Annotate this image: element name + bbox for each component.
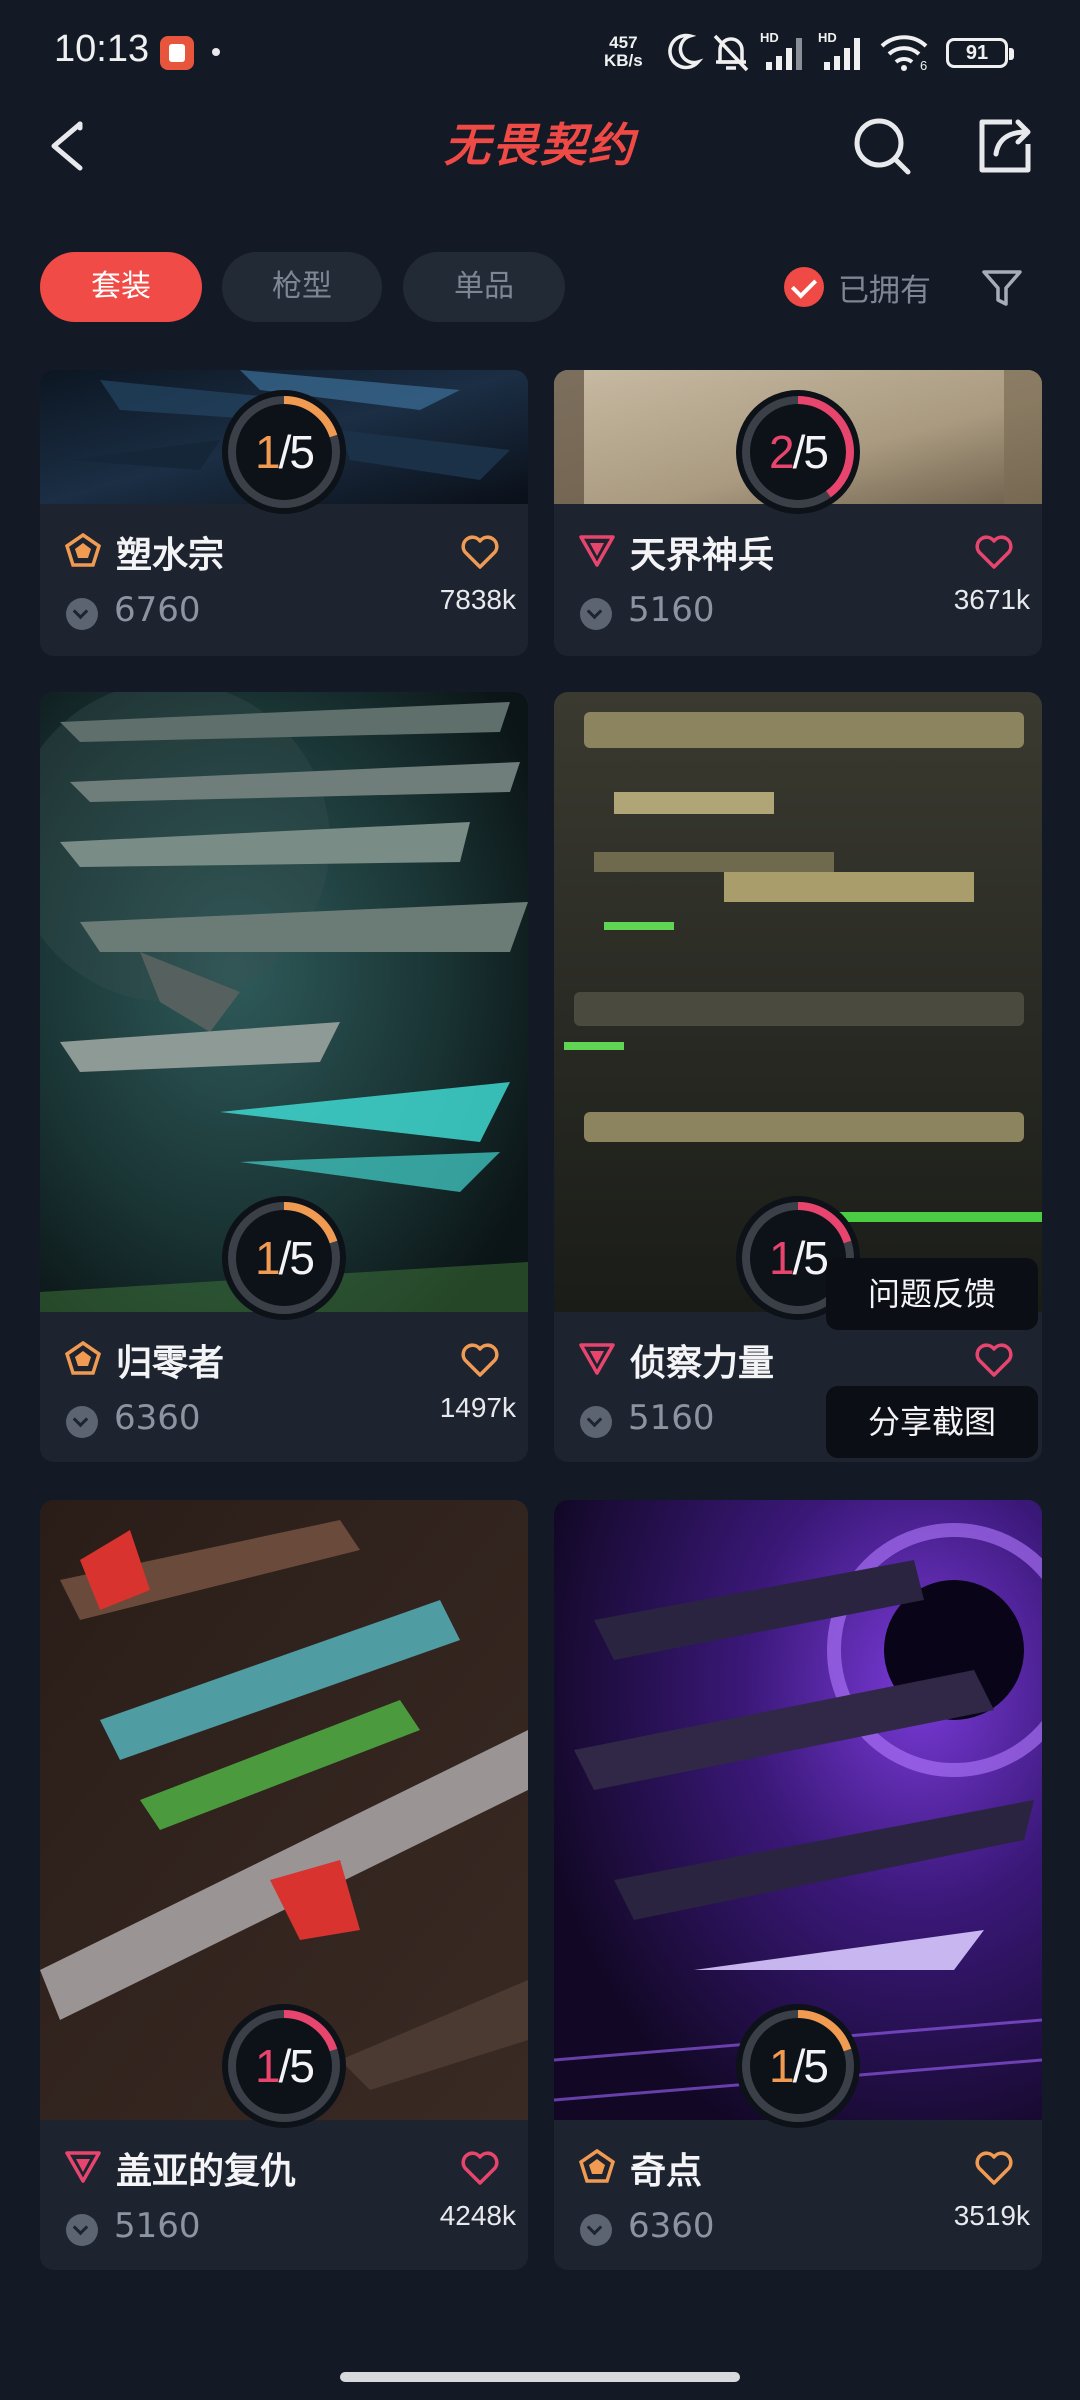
vp-currency-icon <box>580 598 612 630</box>
tier-premium-pentagon-icon <box>64 1340 102 1375</box>
owned-count: 1 <box>769 1232 795 1284</box>
vp-currency-icon <box>580 2214 612 2246</box>
progress-separator: / <box>278 2040 292 2092</box>
progress-label: 1/5 <box>222 1196 346 1320</box>
skin-price: 5160 <box>628 590 715 630</box>
heart-icon[interactable] <box>974 1342 1014 1378</box>
progress-label: 1/5 <box>222 390 346 514</box>
progress-label: 1/5 <box>736 2004 860 2128</box>
skin-card[interactable]: 侦察力量 5160 6k 1/5 <box>554 692 1042 1462</box>
progress-separator: / <box>278 1232 292 1284</box>
total-count: 5 <box>289 1232 315 1284</box>
progress-label: 1/5 <box>222 2004 346 2128</box>
owned-count: 1 <box>255 2040 281 2092</box>
notification-app-icon <box>160 36 194 70</box>
vp-currency-icon <box>580 1406 612 1438</box>
progress-label: 2/5 <box>736 390 860 514</box>
owned-count: 1 <box>255 426 281 478</box>
like-count: 3671k <box>953 584 1030 615</box>
filter-funnel-icon[interactable] <box>980 266 1024 310</box>
tier-exclusive-triangle-icon <box>579 1343 615 1375</box>
tab-gun-type[interactable]: 枪型 <box>222 252 382 322</box>
share-screenshot-button[interactable]: 分享截图 <box>826 1386 1038 1458</box>
collection-progress-ring: 1/5 <box>222 2004 346 2128</box>
vp-currency-icon <box>66 1406 98 1438</box>
progress-separator: / <box>278 426 292 478</box>
tier-premium-pentagon-icon <box>578 2148 616 2183</box>
owned-count: 1 <box>769 2040 795 2092</box>
moon-icon <box>668 33 704 70</box>
like-count: 4248k <box>439 2200 516 2231</box>
skin-name: 归零者 <box>116 1343 225 1384</box>
skin-name: 奇点 <box>630 2151 703 2192</box>
skin-name: 侦察力量 <box>630 1343 775 1384</box>
network-speed: 457 KB/s <box>604 34 643 70</box>
notification-dot <box>212 48 220 56</box>
progress-separator: / <box>792 2040 806 2092</box>
total-count: 5 <box>289 426 315 478</box>
total-count: 5 <box>289 2040 315 2092</box>
skin-grid[interactable]: 塑水宗 6760 7838k 1/5 天界神兵 5160 3671k 2/5 归… <box>0 370 1080 2290</box>
owned-count: 1 <box>255 1232 281 1284</box>
app-title-logo: 无畏契约 <box>444 118 636 172</box>
vp-currency-icon <box>66 598 98 630</box>
battery-indicator: 91 <box>946 38 1014 68</box>
wifi-icon: 6 <box>878 32 930 76</box>
heart-icon[interactable] <box>974 534 1014 570</box>
collection-progress-ring: 1/5 <box>222 390 346 514</box>
progress-separator: / <box>792 1232 806 1284</box>
skin-card[interactable]: 塑水宗 6760 7838k 1/5 <box>40 370 528 656</box>
tier-premium-pentagon-icon <box>64 532 102 567</box>
tier-exclusive-triangle-icon <box>579 535 615 567</box>
clock: 10:13 <box>54 28 150 70</box>
skin-price: 5160 <box>628 1398 715 1438</box>
skin-price: 6360 <box>114 1398 201 1438</box>
tier-exclusive-triangle-icon <box>65 2151 101 2183</box>
feedback-button[interactable]: 问题反馈 <box>826 1258 1038 1330</box>
collection-progress-ring: 1/5 <box>222 1196 346 1320</box>
network-speed-unit: KB/s <box>604 51 643 70</box>
skin-name: 塑水宗 <box>116 535 225 576</box>
tab-single-item[interactable]: 单品 <box>403 252 565 322</box>
skin-price: 6760 <box>114 590 201 630</box>
total-count: 5 <box>803 426 829 478</box>
heart-icon[interactable] <box>460 1342 500 1378</box>
skin-price: 6360 <box>628 2206 715 2246</box>
skin-card[interactable]: 奇点 6360 3519k 1/5 <box>554 1500 1042 2270</box>
checkmark-icon <box>784 267 824 307</box>
skin-card[interactable]: 归零者 6360 1497k 1/5 <box>40 692 528 1462</box>
progress-separator: / <box>792 426 806 478</box>
collection-progress-ring: 1/5 <box>736 2004 860 2128</box>
vp-currency-icon <box>66 2214 98 2246</box>
skin-price: 5160 <box>114 2206 201 2246</box>
skin-name: 盖亚的复仇 <box>116 2151 297 2192</box>
network-speed-value: 457 <box>609 33 638 52</box>
skin-name: 天界神兵 <box>630 535 775 576</box>
like-count: 7838k <box>439 584 516 615</box>
home-indicator[interactable] <box>340 2372 740 2382</box>
like-count: 3519k <box>953 2200 1030 2231</box>
share-icon[interactable] <box>972 114 1036 178</box>
bell-muted-icon <box>713 34 749 72</box>
search-icon[interactable] <box>850 114 914 178</box>
owned-filter-label: 已拥有 <box>838 272 931 309</box>
tab-suit[interactable]: 套装 <box>40 252 202 322</box>
owned-filter-toggle[interactable]: 已拥有 <box>784 264 931 310</box>
heart-icon[interactable] <box>460 2150 500 2186</box>
collection-progress-ring: 2/5 <box>736 390 860 514</box>
heart-icon[interactable] <box>460 534 500 570</box>
skin-card[interactable]: 天界神兵 5160 3671k 2/5 <box>554 370 1042 656</box>
wifi-sub-label: 6 <box>920 58 928 73</box>
skin-card[interactable]: 盖亚的复仇 5160 4248k 1/5 <box>40 1500 528 2270</box>
heart-icon[interactable] <box>974 2150 1014 2186</box>
status-bar: 10:13 457 KB/s HD HD 6 91 <box>0 0 1080 100</box>
like-count: 1497k <box>439 1392 516 1423</box>
owned-count: 2 <box>769 426 795 478</box>
back-icon[interactable] <box>40 114 100 178</box>
total-count: 5 <box>803 1232 829 1284</box>
total-count: 5 <box>803 2040 829 2092</box>
